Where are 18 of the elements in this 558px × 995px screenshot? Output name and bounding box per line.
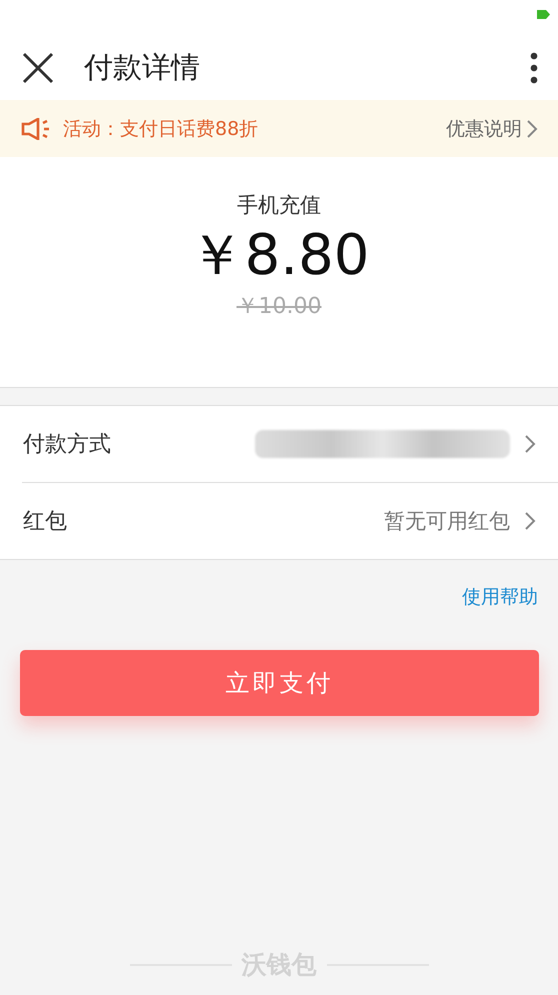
row-label: 红包: [23, 508, 68, 536]
row-label: 付款方式: [23, 431, 112, 459]
promo-text: 活动：支付日话费88折: [63, 116, 260, 142]
page-title: 付款详情: [84, 48, 201, 86]
more-icon[interactable]: [530, 52, 538, 84]
promo-link[interactable]: 优惠说明: [446, 116, 522, 142]
product-name: 手机充值: [237, 192, 321, 219]
battery-icon: [537, 10, 550, 19]
row-value: 暂无可用红包: [384, 508, 510, 535]
chevron-right-icon: [526, 118, 538, 138]
chevron-right-icon: [524, 511, 536, 531]
original-price: ￥10.00: [236, 293, 322, 321]
close-icon[interactable]: [22, 52, 54, 84]
price-amount: ￥8.80: [188, 222, 370, 290]
speaker-icon: [21, 118, 51, 140]
chevron-right-icon: [524, 434, 536, 454]
help-link[interactable]: 使用帮助: [462, 584, 538, 610]
pay-button[interactable]: 立即支付: [20, 650, 539, 716]
